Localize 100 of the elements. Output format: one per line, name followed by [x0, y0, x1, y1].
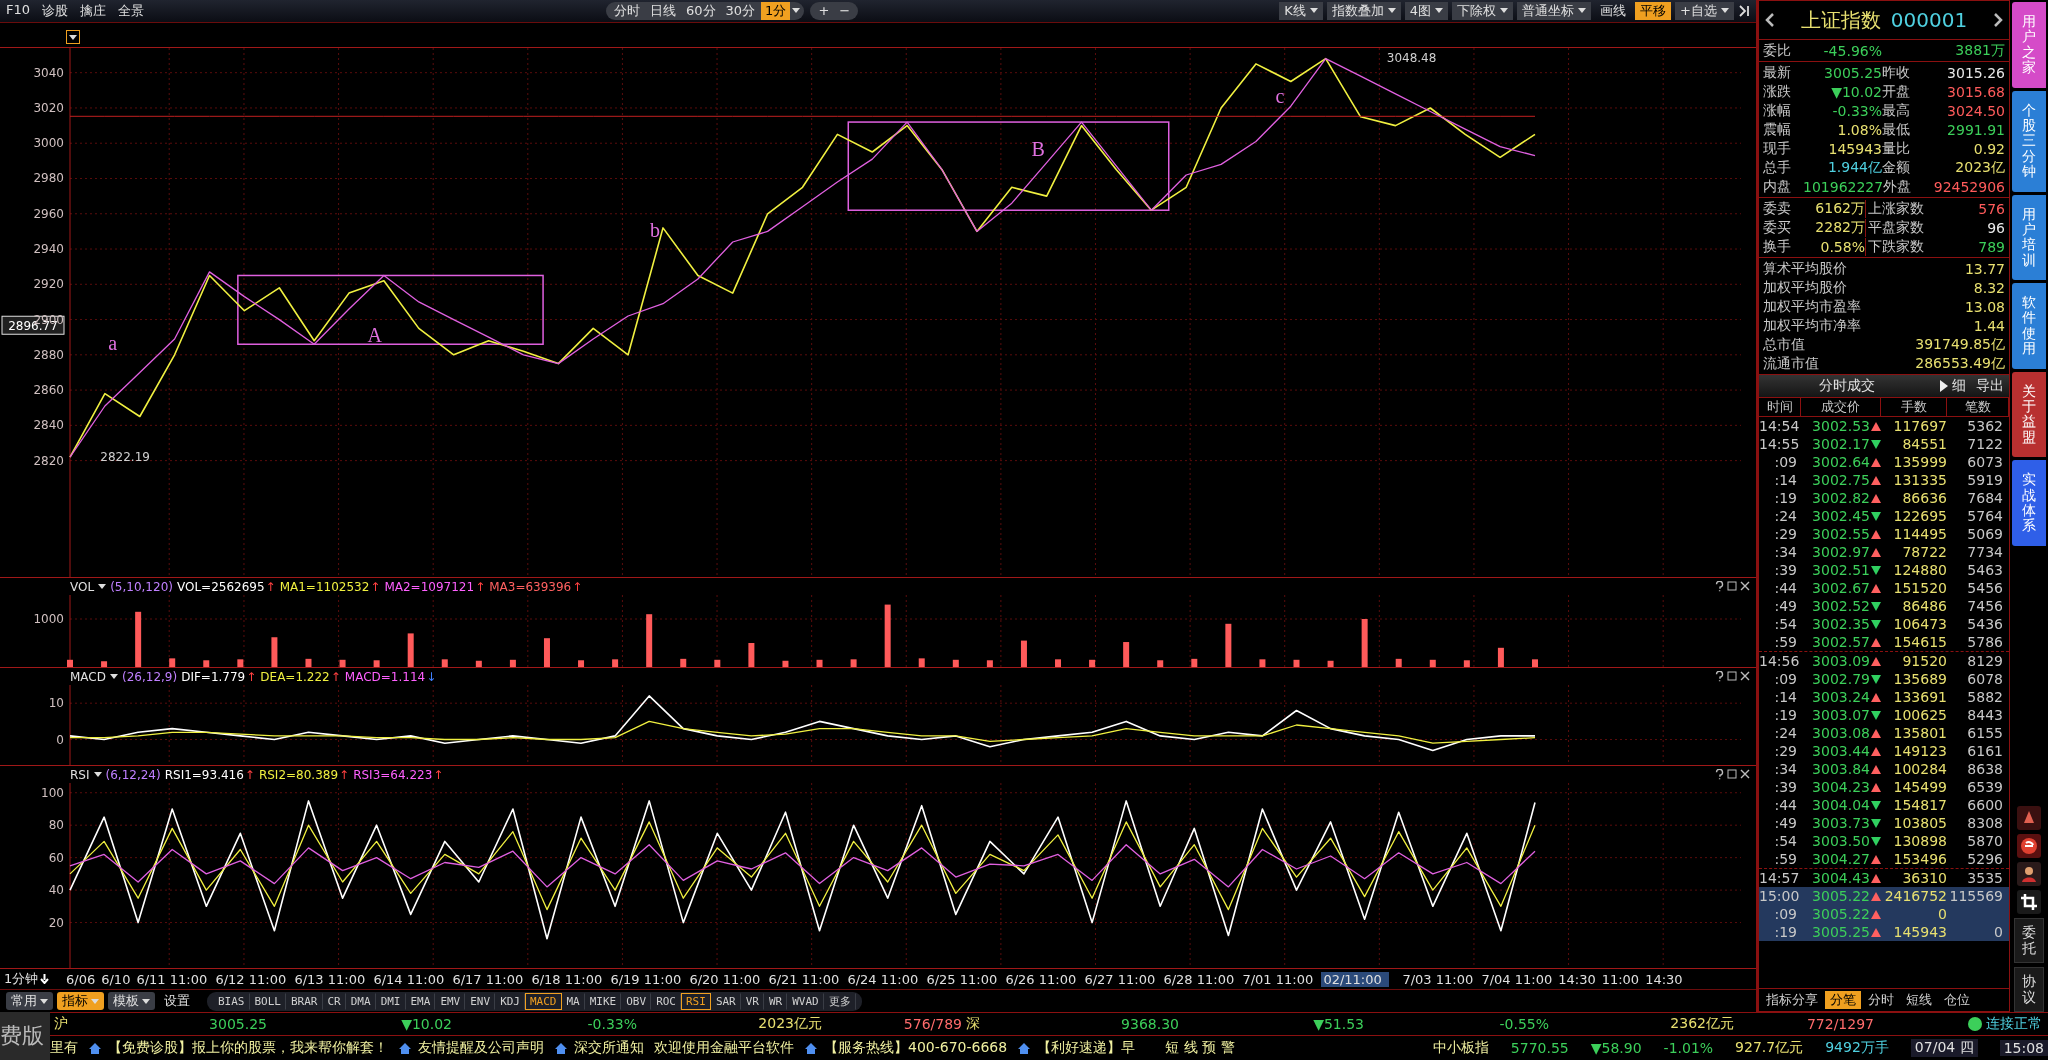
table-cell-text: :59 [1773, 851, 1798, 867]
table-cell: 3005.25 [1812, 924, 1870, 940]
table-cell-text: 36310 [1901, 870, 1947, 886]
table-cell: 3005.22 [1812, 888, 1870, 904]
axis-label: 6/26 11:00 [1005, 971, 1078, 987]
market-price: 3005.25 [208, 1016, 267, 1032]
table-cell: 3002.45 [1812, 508, 1870, 524]
table-cell: 7734 [1967, 544, 2003, 560]
indicator-reading: RSI2=80.389 [258, 767, 339, 782]
axis-label: 0 [56, 733, 64, 747]
table-cell: 14:57 [1759, 870, 1801, 886]
field-value: 92452906 [1932, 178, 2005, 195]
table-cell: 6539 [1967, 779, 2003, 795]
table-cell-text: :24 [1773, 508, 1798, 524]
column-header: 笔数 [1947, 398, 2009, 416]
field-label: 总市值 [1763, 335, 1805, 354]
table-cell: 3004.43 [1812, 870, 1870, 886]
column-header: 手数 [1881, 398, 1947, 416]
table-cell: 5786 [1967, 634, 2003, 650]
field-label: 最高 [1882, 101, 1911, 120]
index-amount: 927.7亿元 [1735, 1039, 1804, 1057]
field-label: 总手 [1763, 158, 1792, 177]
table-cell: 8638 [1967, 761, 2003, 777]
market-name: 沪 [53, 1015, 69, 1033]
cursor-time-label: 02/11:00 [1321, 971, 1390, 987]
table-cell-text: 154615 [1892, 634, 1947, 650]
indicator-reading: DEA=1.222 [260, 669, 330, 684]
axis-label: 6/28 11:00 [1163, 971, 1236, 987]
table-cell-text: :39 [1773, 779, 1798, 795]
field-label: 最新 [1763, 63, 1792, 82]
field-label: 内盘 [1763, 177, 1792, 196]
table-cell: 3005.22 [1812, 906, 1870, 922]
table-cell: 3002.67 [1812, 580, 1870, 596]
table-cell: 7456 [1967, 598, 2003, 614]
index-code: 000001 [1890, 7, 1968, 32]
table-cell-text: :09 [1773, 671, 1798, 687]
table-cell-text: :44 [1773, 580, 1798, 596]
wave-label: a [108, 332, 118, 354]
table-cell-text: 103805 [1892, 815, 1947, 831]
trend-arrow: ↑ [370, 579, 381, 594]
market-amount: 2362亿元 [1669, 1015, 1734, 1033]
table-cell: 5362 [1967, 418, 2003, 434]
axis-label: 2960 [33, 207, 64, 222]
field-value: -0.33% [1831, 102, 1882, 119]
table-cell-text: 133691 [1892, 689, 1947, 705]
table-cell: 5069 [1967, 526, 2003, 542]
field-label: 换手 [1763, 237, 1792, 256]
table-cell-text: 106473 [1892, 616, 1947, 632]
axis-label: 6/21 11:00 [768, 971, 841, 987]
axis-label: 6/13 11:00 [294, 971, 367, 987]
table-cell-text: 145943 [1892, 924, 1947, 940]
field-value: 391749.85亿 [1915, 335, 2005, 354]
field-label: 加权平均股价 [1763, 278, 1847, 297]
table-cell-text: 130898 [1892, 833, 1947, 849]
trend-arrow: ↑ [433, 767, 444, 782]
axis-label: 6/14 11:00 [373, 971, 446, 987]
field-label: 最低 [1882, 120, 1911, 139]
market-breadth: 772/1297 [1805, 1016, 1874, 1032]
trend-arrow: ↑ [265, 579, 276, 594]
indicator-reading: MA2=1097121 [384, 579, 475, 594]
table-cell: 3003.07 [1812, 707, 1870, 723]
table-cell: 14:55 [1759, 436, 1801, 452]
axis-label: 7/01 11:00 [1242, 971, 1315, 987]
market-price: 9368.30 [1120, 1016, 1179, 1032]
table-cell-text: :09 [1773, 906, 1798, 922]
table-cell-text: :54 [1773, 833, 1798, 849]
table-cell-text: 78722 [1901, 544, 1947, 560]
indicator-reading: MA3=639396 [489, 579, 572, 594]
field-value: 1.944亿 [1826, 158, 1882, 177]
table-cell: 3004.23 [1812, 779, 1870, 795]
axis-label: 6/12 11:00 [215, 971, 288, 987]
table-cell: 3002.64 [1812, 454, 1870, 470]
wave-label: A [367, 324, 383, 347]
table-cell-text: :14 [1773, 472, 1798, 488]
field-label: 涨幅 [1763, 101, 1792, 120]
connection-status: 连接正常 [1986, 1015, 2042, 1033]
field-value: 286553.49亿 [1915, 354, 2005, 373]
axis-label: 6/18 11:00 [531, 971, 604, 987]
table-cell-text: 86636 [1901, 490, 1947, 506]
table-cell: 0 [1994, 924, 2003, 940]
axis-label: 3000 [33, 136, 64, 151]
axis-label: 6/11 11:00 [136, 971, 209, 987]
table-cell-text: :09 [1773, 454, 1798, 470]
field-label: 加权平均市盈率 [1763, 297, 1861, 316]
table-cell-text: :34 [1773, 544, 1798, 560]
table-cell: 3004.27 [1812, 851, 1870, 867]
table-cell-text: 100625 [1892, 707, 1947, 723]
axis-label: 6/19 11:00 [610, 971, 683, 987]
market-change: ▼10.02 [400, 1016, 452, 1032]
axis-label: 1000 [33, 612, 64, 627]
field-value: 101962227 [1803, 178, 1884, 195]
table-cell-text: :29 [1773, 743, 1798, 759]
market-percent: -0.33% [586, 1016, 637, 1032]
index-price: 5770.55 [1510, 1040, 1569, 1056]
indicator-params: (5,10,120) [110, 579, 173, 594]
table-cell-text: :49 [1773, 815, 1798, 831]
field-value: 1.08% [1836, 121, 1882, 138]
field-label: 开盘 [1882, 82, 1911, 101]
axis-label: 3040 [33, 66, 64, 81]
table-cell-text: 117697 [1892, 418, 1947, 434]
